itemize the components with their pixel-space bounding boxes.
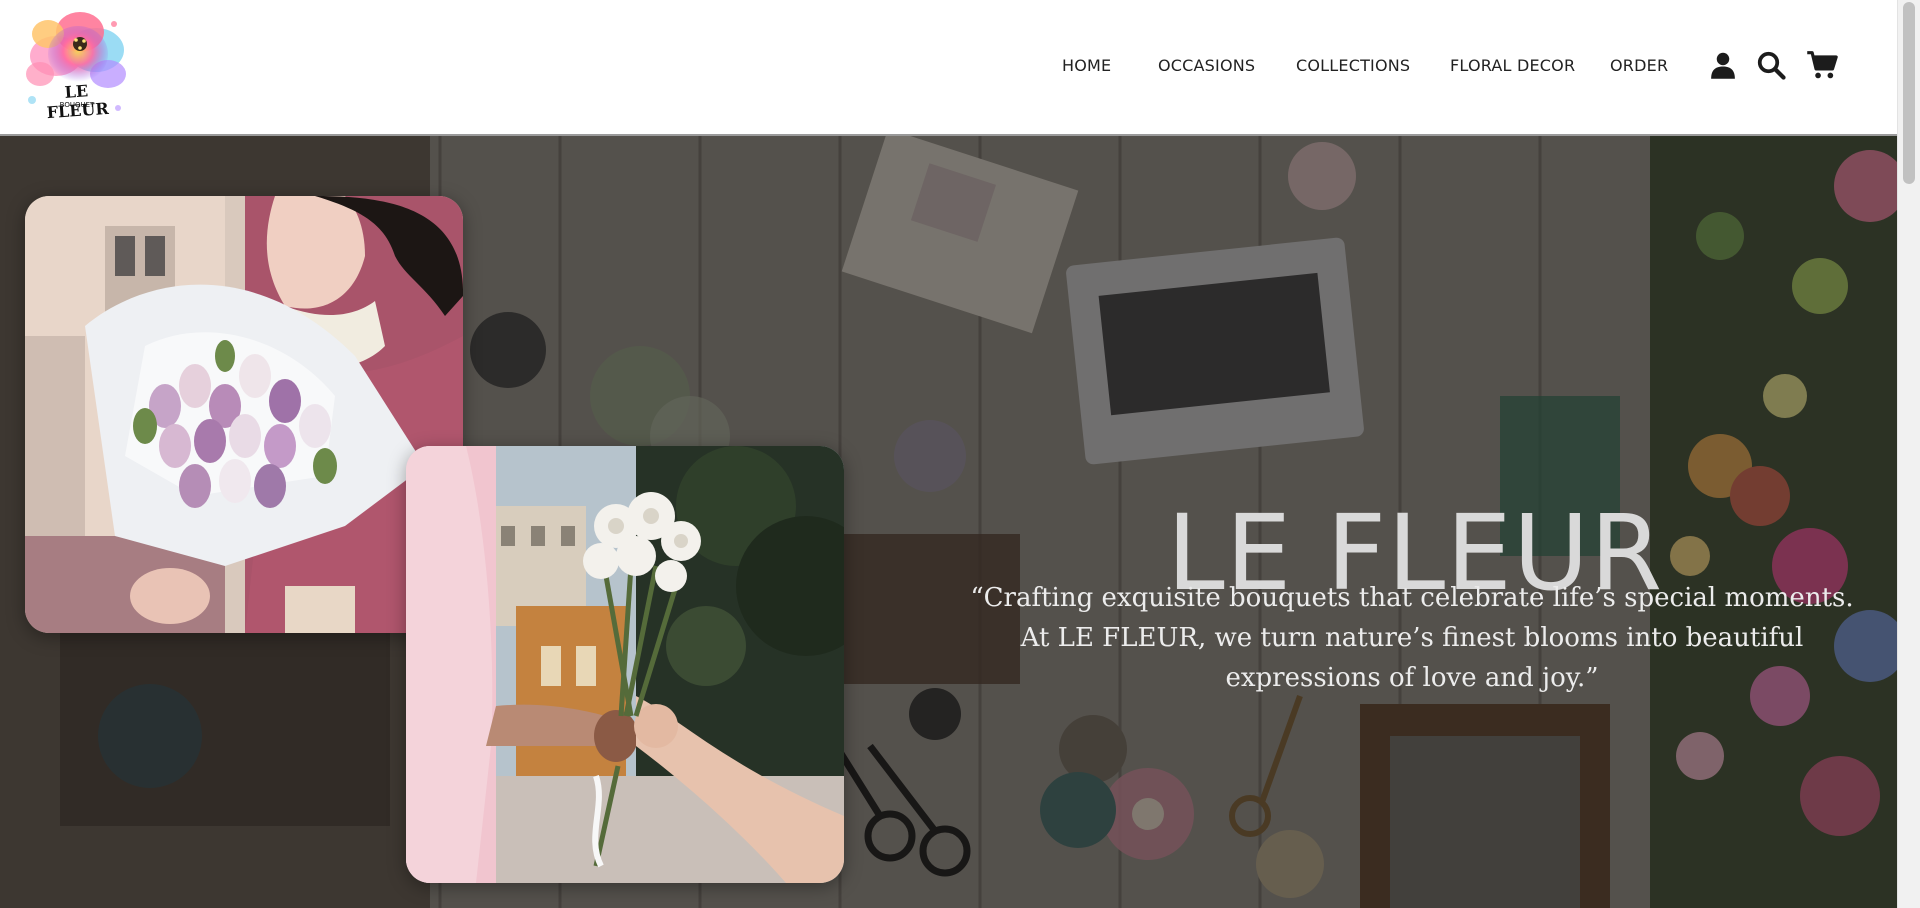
bouquet-photo-woman-tulips: [25, 196, 463, 633]
user-icon[interactable]: [1708, 50, 1738, 80]
nav-order[interactable]: ORDER: [1610, 56, 1668, 75]
hero-quote: “Crafting exquisite bouquets that celebr…: [970, 583, 1854, 693]
scrollbar-thumb[interactable]: [1903, 2, 1915, 184]
nav-collections[interactable]: COLLECTIONS: [1296, 56, 1410, 75]
bouquet-photo-handing-flowers: [406, 446, 844, 883]
page: LE FLEUR BOUQUET HOME OCCASIONS COLLECTI…: [0, 0, 1920, 908]
nav-floral-decor[interactable]: FLORAL DECOR: [1450, 56, 1575, 75]
logo-subtext: BOUQUET: [59, 101, 95, 109]
nav-home[interactable]: HOME: [1062, 56, 1111, 75]
nav-occasions[interactable]: OCCASIONS: [1158, 56, 1255, 75]
site-header: LE FLEUR BOUQUET HOME OCCASIONS COLLECTI…: [0, 0, 1898, 136]
page-scrollbar[interactable]: [1897, 0, 1920, 908]
cart-icon[interactable]: [1806, 50, 1838, 80]
search-icon[interactable]: [1756, 50, 1786, 80]
hero-section: LE FLEUR “Crafting exquisite bouquets th…: [0, 136, 1898, 908]
brand-logo[interactable]: LE FLEUR BOUQUET: [18, 4, 136, 126]
